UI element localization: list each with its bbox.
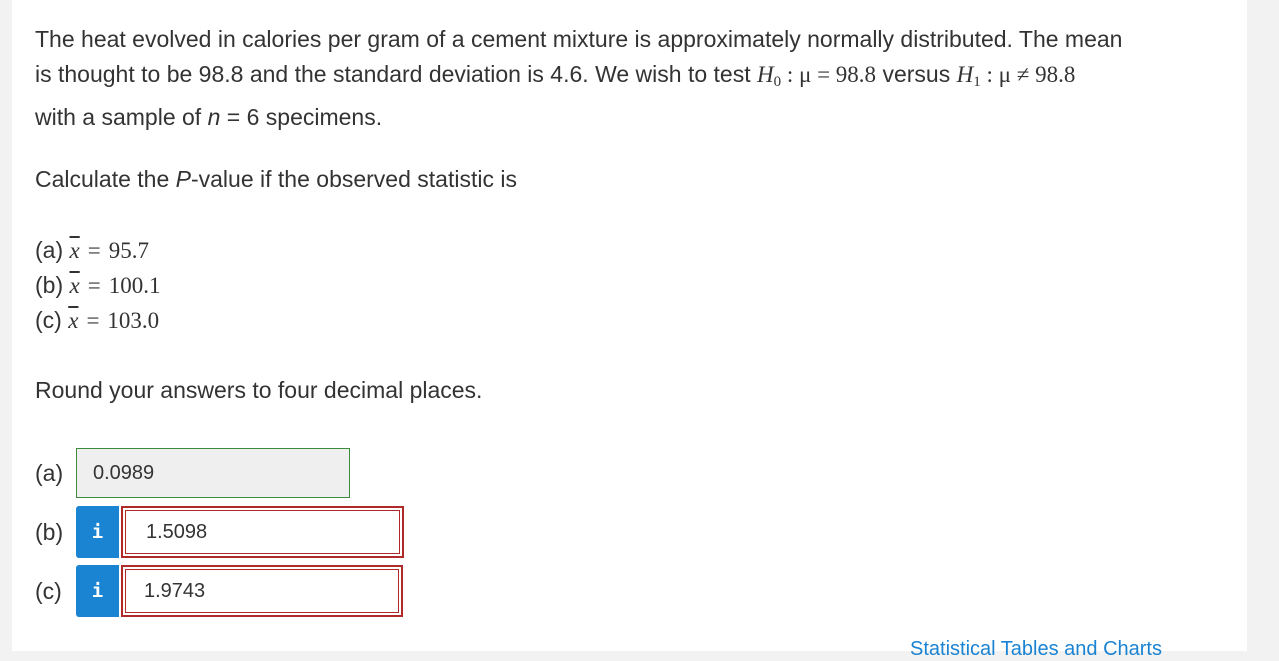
h0-statement: : μ = 98.8 <box>781 62 877 87</box>
h1-statement: : μ ≠ 98.8 <box>980 62 1076 87</box>
answer-row-a: (a) 0.0989 <box>35 447 350 499</box>
versus-text: versus <box>876 61 957 87</box>
observation-value: 103.0 <box>107 308 160 333</box>
answer-label-c: (c) <box>35 577 62 604</box>
n-symbol: n <box>207 104 221 130</box>
observation-a: (a) x = 95.7 <box>35 233 160 268</box>
h1-subscript: 1 <box>973 74 981 90</box>
intro-line-2: is thought to be 98.8 and the standard d… <box>35 61 757 87</box>
calc-suffix: -value if the observed statistic is <box>190 166 517 192</box>
equals-sign: = <box>87 273 101 298</box>
answer-label-a: (a) <box>35 459 64 486</box>
observation-label: (c) <box>35 307 69 333</box>
statistical-tables-link[interactable]: Statistical Tables and Charts <box>910 638 1162 661</box>
answer-c-value[interactable]: 1.9743 <box>125 569 399 613</box>
h0-subscript: 0 <box>773 74 782 90</box>
info-icon[interactable]: i <box>76 506 119 558</box>
xbar-symbol: x <box>69 273 80 298</box>
intro-line-3: with a sample of <box>35 104 208 130</box>
observation-value: 100.1 <box>108 273 161 298</box>
answer-c-input[interactable]: 1.9743 <box>121 565 403 617</box>
question-intro: The heat evolved in calories per gram of… <box>35 22 1225 135</box>
calc-p: P <box>175 166 191 192</box>
answer-row-b: (b) i 1.5098 <box>35 506 404 558</box>
observation-value: 95.7 <box>108 238 149 263</box>
answer-row-c: (c) i 1.9743 <box>35 565 403 617</box>
observation-list: (a) x = 95.7 (b) x = 100.1 (c) x = 103.0 <box>35 233 160 338</box>
answer-label-b: (b) <box>35 518 64 545</box>
h1-symbol: H <box>956 62 974 87</box>
rounding-instruction: Round your answers to four decimal place… <box>35 377 483 403</box>
observation-label: (a) <box>35 237 70 263</box>
observation-c: (c) x = 103.0 <box>35 303 160 338</box>
info-icon[interactable]: i <box>76 565 119 617</box>
answer-b-input[interactable]: 1.5098 <box>121 506 404 558</box>
intro-line-3-end: = 6 specimens. <box>220 104 383 130</box>
equals-sign: = <box>86 308 100 333</box>
calc-prefix: Calculate the <box>35 166 176 192</box>
observation-label: (b) <box>35 272 70 298</box>
xbar-symbol: x <box>68 308 79 333</box>
h0-symbol: H <box>756 62 774 87</box>
answer-b-value[interactable]: 1.5098 <box>125 510 400 554</box>
question-content: The heat evolved in calories per gram of… <box>35 22 1225 617</box>
answer-a-field: 0.0989 <box>76 448 350 498</box>
xbar-symbol: x <box>69 238 80 263</box>
observation-b: (b) x = 100.1 <box>35 268 160 303</box>
calc-instruction: Calculate the P-value if the observed st… <box>35 162 517 197</box>
intro-line-1: The heat evolved in calories per gram of… <box>35 26 1123 52</box>
question-card: The heat evolved in calories per gram of… <box>12 0 1247 660</box>
equals-sign: = <box>87 238 101 263</box>
